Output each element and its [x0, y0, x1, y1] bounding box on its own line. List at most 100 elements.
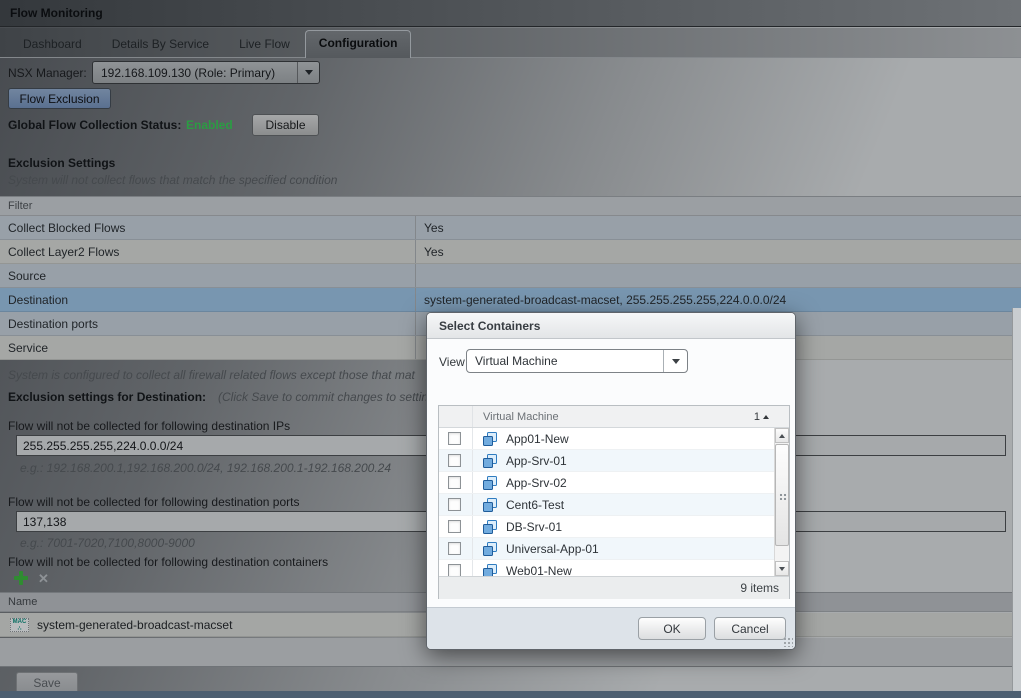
vm-checkbox[interactable] — [448, 520, 461, 533]
config-note: System is configured to collect all fire… — [8, 368, 415, 382]
vm-icon — [483, 453, 497, 468]
chevron-down-icon — [671, 358, 680, 364]
container-name: system-generated-broadcast-macset — [37, 617, 233, 632]
destination-ips-label: Flow will not be collected for following… — [8, 419, 291, 433]
panel-titlebar: Flow Monitoring — [0, 0, 1021, 27]
vm-row[interactable]: App-Srv-01 — [439, 450, 789, 472]
vm-row[interactable]: Web01-New — [439, 560, 789, 576]
checkbox-column-header — [439, 406, 473, 427]
destination-ports-label: Flow will not be collected for following… — [8, 495, 300, 509]
filter-name: Collect Blocked Flows — [8, 220, 126, 235]
vm-checkbox[interactable] — [448, 542, 461, 555]
vm-checkbox[interactable] — [448, 498, 461, 511]
global-status-value: Enabled — [186, 118, 233, 132]
vm-row[interactable]: App01-New — [439, 428, 789, 450]
vm-row[interactable]: DB-Srv-01 — [439, 516, 789, 538]
column-divider — [461, 516, 473, 537]
sort-indicator[interactable]: 1 — [754, 411, 789, 423]
dialog-titlebar[interactable]: Select Containers — [427, 313, 795, 339]
nsx-manager-dropdown-arrow[interactable] — [297, 62, 319, 83]
save-button-label: Save — [33, 676, 61, 690]
view-select[interactable]: Virtual Machine — [466, 349, 688, 373]
destination-ips-hint: e.g.: 192.168.200.1,192.168.200.0/24, 19… — [20, 461, 391, 475]
vm-row[interactable]: App-Srv-02 — [439, 472, 789, 494]
vm-list: App01-New App-Srv-01 App-Srv-02 Cent6-Te… — [439, 428, 789, 576]
exclusion-settings-subtext: System will not collect flows that match… — [8, 173, 338, 187]
ok-button[interactable]: OK — [638, 617, 706, 640]
view-dropdown-arrow[interactable] — [663, 350, 687, 372]
nsx-manager-label: NSX Manager: — [8, 66, 87, 80]
vm-checkbox[interactable] — [448, 432, 461, 445]
vm-row[interactable]: Universal-App-01 — [439, 538, 789, 560]
scroll-down-button[interactable] — [775, 561, 789, 576]
select-containers-dialog: Select Containers View Virtual Machine V… — [426, 312, 796, 650]
filter-table-header: Filter — [0, 196, 1021, 216]
vm-table-header[interactable]: Virtual Machine 1 — [439, 406, 789, 428]
filter-value: Yes — [415, 216, 1021, 239]
dialog-resize-grip[interactable] — [783, 637, 793, 647]
tab-details-by-service[interactable]: Details By Service — [97, 32, 224, 57]
vm-icon — [483, 541, 497, 556]
flow-exclusion-label: Flow Exclusion — [19, 91, 100, 106]
tab-dashboard[interactable]: Dashboard — [8, 32, 97, 57]
remove-container-button[interactable]: ✕ — [38, 572, 49, 585]
ok-button-label: OK — [663, 621, 681, 636]
disable-button[interactable]: Disable — [252, 114, 319, 136]
destination-settings-note: (Click Save to commit changes to setting — [218, 390, 435, 404]
disable-button-label: Disable — [265, 118, 306, 132]
table-row[interactable]: Collect Blocked Flows Yes — [0, 216, 1021, 240]
arrow-up-icon — [779, 433, 785, 438]
column-divider — [461, 472, 473, 493]
table-row-selected[interactable]: Destination system-generated-broadcast-m… — [0, 288, 1021, 312]
tab-configuration[interactable]: Configuration — [304, 30, 412, 58]
tab-bar: Dashboard Details By Service Live Flow C… — [0, 28, 1021, 58]
filter-name: Source — [8, 268, 47, 283]
vm-row[interactable]: Cent6-Test — [439, 494, 789, 516]
sort-asc-icon — [763, 414, 769, 419]
add-container-button[interactable] — [14, 571, 28, 585]
column-divider — [461, 560, 473, 576]
flow-exclusion-button[interactable]: Flow Exclusion — [8, 88, 111, 109]
scroll-up-button[interactable] — [775, 428, 789, 443]
dialog-footer: OK Cancel — [427, 607, 795, 649]
bottom-edge-bar — [0, 691, 1021, 698]
destination-ports-hint: e.g.: 7001-7020,7100,8000-9000 — [20, 536, 195, 550]
nsx-manager-select[interactable]: 192.168.109.130 (Role: Primary) — [92, 61, 320, 84]
nsx-manager-value: 192.168.109.130 (Role: Primary) — [101, 65, 276, 80]
vm-name: DB-Srv-01 — [506, 519, 563, 534]
dialog-title: Select Containers — [439, 318, 541, 333]
vm-name: App01-New — [506, 431, 569, 446]
cancel-button-label: Cancel — [731, 621, 769, 636]
column-divider — [461, 538, 473, 559]
vm-icon — [483, 475, 497, 490]
vm-icon — [483, 497, 497, 512]
view-select-value: Virtual Machine — [475, 354, 558, 368]
macset-icon: MAC ∴ — [10, 617, 29, 632]
table-row[interactable]: Collect Layer2 Flows Yes — [0, 240, 1021, 264]
scrollbar-thumb[interactable] — [775, 444, 789, 546]
vm-icon — [483, 563, 497, 576]
filter-value — [415, 264, 1021, 287]
chevron-down-icon — [304, 70, 313, 75]
table-row[interactable]: Source — [0, 264, 1021, 288]
thumb-grip-icon — [779, 493, 787, 500]
vm-name: Universal-App-01 — [506, 541, 599, 556]
filter-value: Yes — [415, 240, 1021, 263]
vm-icon — [483, 519, 497, 534]
page-scrollbar[interactable] — [1012, 308, 1021, 691]
global-status-label: Global Flow Collection Status: — [8, 118, 182, 132]
vm-checkbox[interactable] — [448, 564, 461, 576]
cancel-button[interactable]: Cancel — [714, 617, 786, 640]
arrow-down-icon — [779, 566, 785, 571]
vm-column-header[interactable]: Virtual Machine — [473, 411, 754, 423]
item-count: 9 items — [740, 581, 779, 595]
vm-checkbox[interactable] — [448, 476, 461, 489]
vm-list-scrollbar[interactable] — [774, 428, 789, 576]
vm-checkbox[interactable] — [448, 454, 461, 467]
sort-order-number: 1 — [753, 410, 760, 423]
vm-name: Web01-New — [506, 563, 572, 577]
view-label: View — [439, 355, 465, 369]
tab-live-flow[interactable]: Live Flow — [224, 32, 305, 57]
filter-value: system-generated-broadcast-macset, 255.2… — [415, 288, 1021, 311]
item-count-bar: 9 items — [439, 576, 789, 599]
